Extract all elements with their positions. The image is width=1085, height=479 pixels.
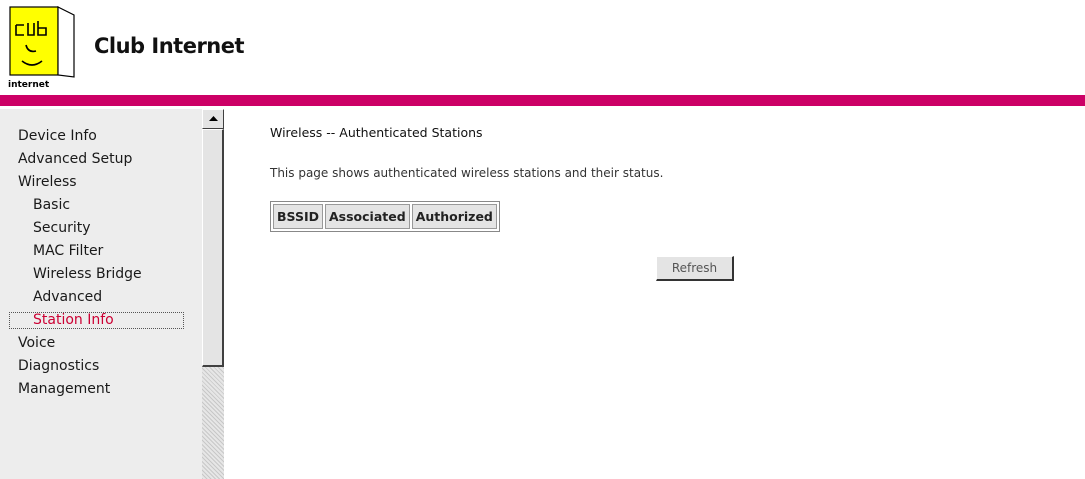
stations-table: BSSID Associated Authorized	[270, 201, 500, 232]
header: internet Club Internet	[0, 0, 1085, 95]
column-header-associated: Associated	[325, 204, 410, 229]
sidebar-item-wireless-bridge[interactable]: Wireless Bridge	[33, 266, 142, 282]
sidebar: Device Info Advanced Setup Wireless Basic Se…	[0, 109, 224, 479]
page-description: This page shows authenticated wireless s…	[270, 166, 664, 180]
sidebar-item-voice[interactable]: Voice	[18, 335, 55, 351]
sidebar-nav: Device Info Advanced Setup Wireless Basic Se…	[0, 109, 202, 479]
sidebar-item-security[interactable]: Security	[33, 220, 91, 236]
sidebar-item-diagnostics[interactable]: Diagnostics	[18, 358, 99, 374]
brand-name: Club Internet	[94, 34, 245, 58]
accent-band	[0, 95, 1085, 106]
main-content: Wireless -- Authenticated Stations This …	[224, 109, 1085, 479]
sidebar-item-management[interactable]: Management	[18, 381, 110, 397]
sidebar-item-station-info[interactable]: Station Info	[33, 312, 114, 328]
sidebar-scrollbar[interactable]	[202, 109, 224, 479]
sidebar-item-advanced-setup[interactable]: Advanced Setup	[18, 151, 132, 167]
column-header-authorized: Authorized	[411, 204, 497, 229]
scroll-up-button[interactable]	[202, 109, 224, 129]
refresh-button[interactable]: Refresh	[656, 256, 734, 281]
sidebar-item-advanced[interactable]: Advanced	[33, 289, 102, 305]
sidebar-item-device-info[interactable]: Device Info	[18, 128, 97, 144]
arrow-up-icon	[209, 116, 218, 121]
svg-text:internet: internet	[8, 80, 50, 89]
sidebar-item-wireless[interactable]: Wireless	[18, 174, 77, 190]
scroll-thumb[interactable]	[202, 129, 224, 367]
sidebar-item-mac-filter[interactable]: MAC Filter	[33, 243, 103, 259]
sidebar-item-basic[interactable]: Basic	[33, 197, 70, 213]
page-title: Wireless -- Authenticated Stations	[270, 125, 483, 140]
column-header-bssid: BSSID	[273, 204, 323, 229]
club-internet-logo: internet	[8, 5, 75, 89]
table-header-row: BSSID Associated Authorized	[273, 204, 497, 229]
